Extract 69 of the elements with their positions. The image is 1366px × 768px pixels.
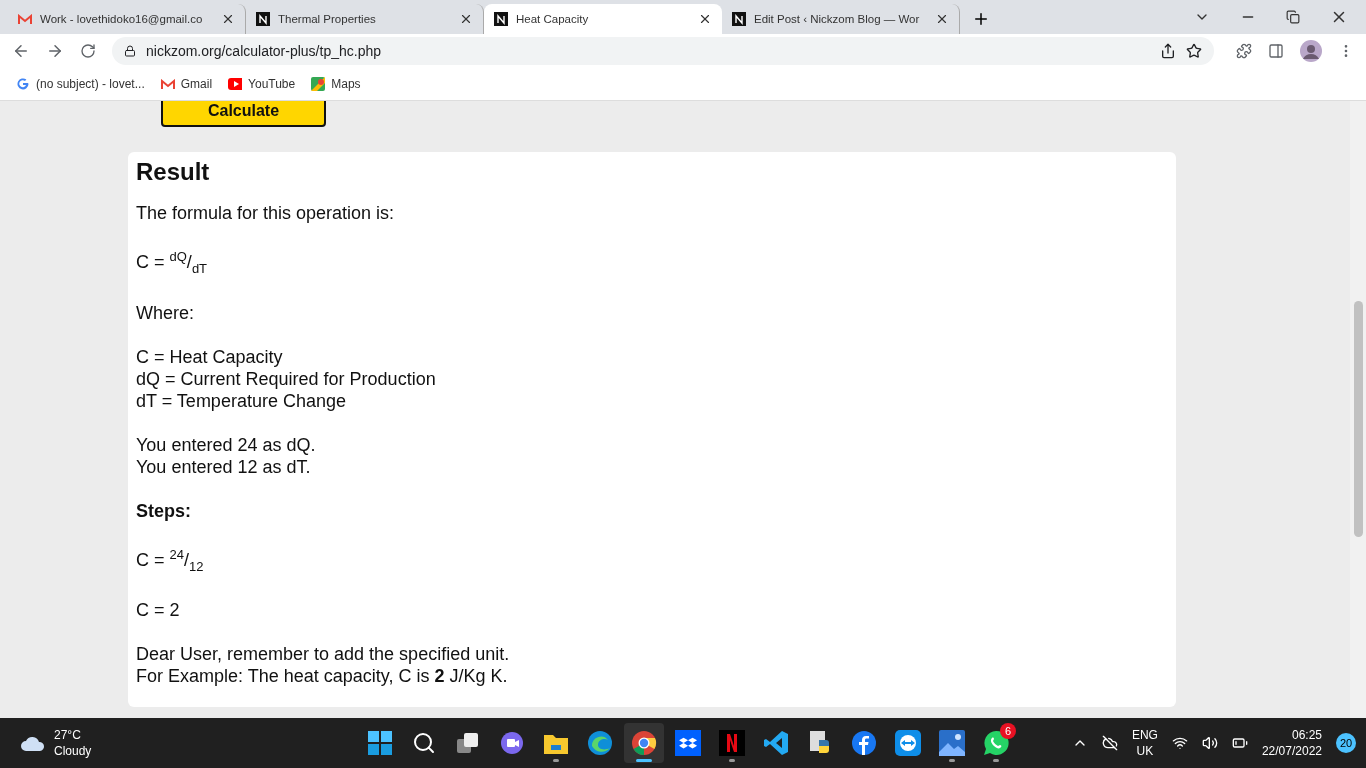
lock-icon <box>124 45 136 57</box>
landscape-icon <box>939 730 965 756</box>
back-icon[interactable] <box>12 42 30 60</box>
close-icon[interactable] <box>935 12 949 26</box>
share-icon[interactable] <box>1160 43 1176 59</box>
taskbar-app[interactable]: 6 <box>976 723 1016 763</box>
result-text: C = $^{dQ}$/$_{dT}$ <box>136 248 209 278</box>
bookmark[interactable]: Maps <box>311 77 361 91</box>
puzzle-icon[interactable] <box>1236 43 1252 59</box>
video-chat-icon <box>499 730 525 756</box>
search-icon <box>412 731 436 755</box>
g-logo-icon <box>16 77 30 91</box>
browser-tab[interactable]: Heat Capacity <box>484 4 722 34</box>
notification-badge[interactable]: 20 <box>1336 733 1356 753</box>
result-title: Result <box>136 158 211 186</box>
address-bar[interactable]: nickzom.org/calculator-plus/tp_hc.php <box>112 37 1214 65</box>
temperature-text: 27°C <box>54 727 81 743</box>
code-editor-icon <box>763 730 789 756</box>
result-text: dQ = Current Required for Production <box>136 367 437 390</box>
taskbar-app[interactable] <box>624 723 664 763</box>
cloud-icon <box>20 735 46 751</box>
stacked-squares-icon <box>455 730 481 756</box>
site-logo-icon <box>494 12 508 26</box>
result-text: Where: <box>136 301 196 324</box>
scrollbar-thumb[interactable] <box>1353 301 1363 537</box>
mail-icon <box>160 77 175 91</box>
browser-logo-icon <box>631 730 657 756</box>
f-logo-icon <box>851 730 877 756</box>
bookmark[interactable]: Gmail <box>160 77 213 91</box>
new-tab-icon[interactable] <box>972 10 990 28</box>
volume-icon[interactable] <box>1201 735 1218 751</box>
language-indicator[interactable]: ENG UK <box>1131 727 1158 759</box>
result-text: dT = Temperature Change <box>136 389 347 412</box>
reload-icon[interactable] <box>80 43 96 59</box>
result-text: You entered 24 as dQ. <box>136 433 317 456</box>
avatar-icon[interactable] <box>1300 40 1322 62</box>
letter-logo-icon <box>719 730 745 756</box>
side-panel-icon[interactable] <box>1268 43 1284 59</box>
count-badge: 6 <box>1000 723 1016 739</box>
wifi-icon[interactable] <box>1171 735 1188 751</box>
site-logo-icon <box>732 12 746 26</box>
close-icon[interactable] <box>221 12 235 26</box>
clock[interactable]: 06:25 22/07/2022 <box>1261 727 1322 759</box>
close-icon[interactable] <box>698 12 712 26</box>
close-icon[interactable] <box>459 12 473 26</box>
result-text: The formula for this operation is: <box>136 202 396 224</box>
cloud-off-icon[interactable] <box>1101 735 1118 751</box>
result-text: C = 2 <box>136 599 181 622</box>
result-text: C = Heat Capacity <box>136 345 284 368</box>
result-text: For Example: The heat capacity, C is 2 J/Kg K. <box>136 665 509 688</box>
mail-icon <box>18 12 32 26</box>
map-pin-icon <box>311 77 326 91</box>
bookmark[interactable]: (no subject) - lovet... <box>16 77 145 91</box>
bookmark[interactable]: YouTube <box>228 77 296 91</box>
forward-icon[interactable] <box>46 42 64 60</box>
restore-icon[interactable] <box>1286 10 1300 24</box>
open-box-icon <box>675 730 701 756</box>
result-text: Steps: <box>136 499 192 522</box>
calculate-button[interactable]: Calculate <box>161 101 326 127</box>
result-text: C = $^{24}$/$_{12}$ <box>136 545 205 576</box>
weather-text: Cloudy <box>54 743 92 759</box>
result-text: You entered 12 as dT. <box>136 455 312 478</box>
play-icon <box>228 77 243 91</box>
swirl-logo-icon <box>587 730 613 756</box>
windows-icon <box>367 730 393 756</box>
battery-icon[interactable] <box>1231 735 1248 751</box>
result-text: Dear User, remember to add the specified unit. <box>136 643 511 666</box>
site-logo-icon <box>256 12 270 26</box>
star-icon[interactable] <box>1186 43 1202 59</box>
